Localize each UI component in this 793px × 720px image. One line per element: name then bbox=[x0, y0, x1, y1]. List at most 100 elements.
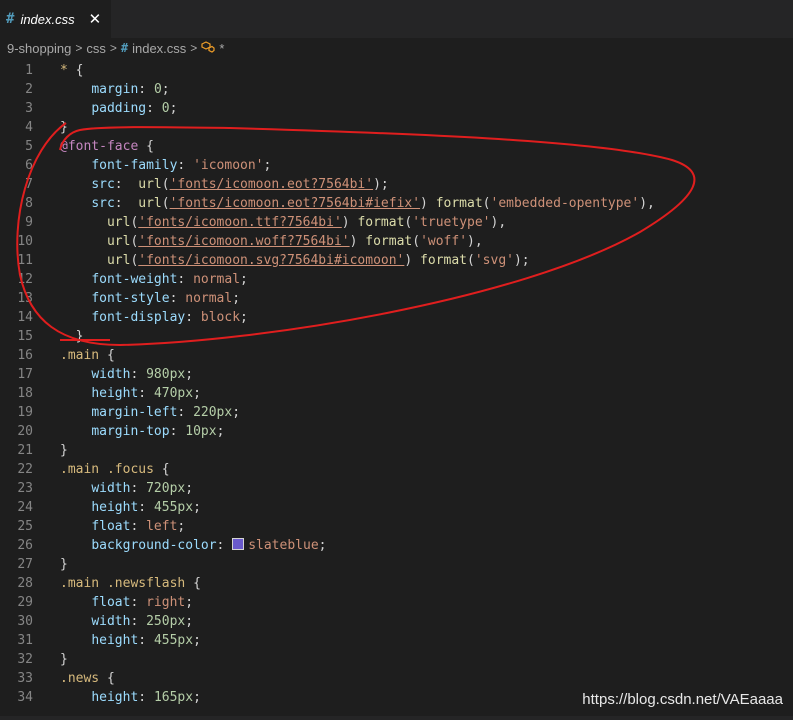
code-token: 'fonts/icomoon.svg?7564bi#icomoon' bbox=[138, 253, 405, 268]
code-token: 10px bbox=[185, 424, 217, 439]
code-token: slateblue bbox=[248, 538, 319, 553]
line-number: 9 bbox=[25, 215, 33, 230]
breadcrumb-folder-9-shopping[interactable]: 9-shopping bbox=[7, 41, 71, 56]
code-line[interactable]: 4} bbox=[0, 118, 793, 137]
code-token: ; bbox=[232, 405, 241, 420]
code-token: ; bbox=[169, 101, 178, 116]
code-token: margin-top bbox=[91, 424, 170, 439]
code-token: right bbox=[146, 595, 186, 610]
code-line[interactable]: 5 @font-face { bbox=[0, 137, 793, 156]
code-text: } bbox=[60, 327, 84, 346]
code-token: normal bbox=[193, 272, 241, 287]
code-text: } bbox=[60, 118, 68, 137]
code-token: } bbox=[60, 652, 68, 667]
code-editor[interactable]: 1 * {2 margin: 0; 3 padding: 0; 4} 5 @font-fa… bbox=[0, 58, 793, 720]
code-token: { bbox=[161, 462, 170, 477]
code-token: ; bbox=[185, 614, 194, 629]
code-line[interactable]: 27} bbox=[0, 555, 793, 574]
code-token: ( bbox=[412, 234, 421, 249]
line-number: 3 bbox=[25, 101, 33, 116]
code-token: block bbox=[200, 310, 241, 325]
code-line[interactable]: 20 margin-top: 10px; bbox=[0, 422, 793, 441]
code-line[interactable]: 17 width: 980px; bbox=[0, 365, 793, 384]
code-token: url bbox=[106, 253, 131, 268]
code-text: height: 165px; bbox=[60, 688, 201, 707]
code-text: height: 455px; bbox=[60, 631, 201, 650]
code-line[interactable]: 26 background-color: slateblue; bbox=[0, 536, 793, 555]
code-line[interactable]: 13 font-style: normal; bbox=[0, 289, 793, 308]
code-token: normal bbox=[185, 291, 233, 306]
code-token: ) bbox=[404, 253, 421, 268]
line-number: 33 bbox=[17, 671, 33, 686]
line-number: 11 bbox=[17, 253, 33, 268]
breadcrumb-folder-css[interactable]: css bbox=[86, 41, 106, 56]
code-line[interactable]: 8 src: url('fonts/icomoon.eot?7564bi#ief… bbox=[0, 194, 793, 213]
code-line[interactable]: 23 width: 720px; bbox=[0, 479, 793, 498]
code-line[interactable]: 28 .main .newsflash { bbox=[0, 574, 793, 593]
code-token: * bbox=[60, 63, 76, 78]
code-line[interactable]: 12 font-weight: normal; bbox=[0, 270, 793, 289]
code-line[interactable]: 25 float: left; bbox=[0, 517, 793, 536]
code-line[interactable]: 21} bbox=[0, 441, 793, 460]
code-line[interactable]: 7 src: url('fonts/icomoon.eot?7564bi'); bbox=[0, 175, 793, 194]
line-number: 18 bbox=[17, 386, 33, 401]
tab-index-css[interactable]: # index.css ✕ bbox=[0, 0, 111, 38]
code-line[interactable]: 31 height: 455px; bbox=[0, 631, 793, 650]
line-number: 28 bbox=[17, 576, 33, 591]
color-swatch[interactable] bbox=[232, 538, 245, 550]
code-line[interactable]: 3 padding: 0; bbox=[0, 99, 793, 118]
code-token: ; bbox=[232, 291, 241, 306]
code-text: } bbox=[60, 555, 68, 574]
code-line[interactable]: 15 } bbox=[0, 327, 793, 346]
code-line[interactable]: 18 height: 470px; bbox=[0, 384, 793, 403]
code-token: ; bbox=[185, 595, 194, 610]
code-token: 980px bbox=[146, 367, 186, 382]
code-token: : bbox=[177, 158, 194, 173]
line-number: 12 bbox=[17, 272, 33, 287]
breadcrumb-symbol[interactable]: * bbox=[219, 41, 224, 56]
code-line[interactable]: 11 url ('fonts/icomoon.svg?7564bi#icomoon… bbox=[0, 251, 793, 270]
code-token: .news bbox=[60, 671, 107, 686]
line-number: 10 bbox=[17, 234, 33, 249]
line-number: 24 bbox=[17, 500, 33, 515]
code-text: url('fonts/icomoon.woff?7564bi') format(… bbox=[60, 232, 483, 251]
code-token: width bbox=[91, 481, 131, 496]
code-line[interactable]: 10 url ('fonts/icomoon.woff?7564bi') form… bbox=[0, 232, 793, 251]
code-line[interactable]: 1 * { bbox=[0, 61, 793, 80]
line-number: 23 bbox=[17, 481, 33, 496]
code-token: ; bbox=[193, 386, 201, 401]
code-line[interactable]: 14 font-display: block; bbox=[0, 308, 793, 327]
code-line[interactable]: 2 margin: 0; bbox=[0, 80, 793, 99]
code-token: 'svg' bbox=[474, 253, 514, 268]
code-token: url bbox=[106, 215, 131, 230]
code-line[interactable]: 32} bbox=[0, 650, 793, 669]
code-line[interactable]: 6 font-family: 'icomoon'; bbox=[0, 156, 793, 175]
code-token: src bbox=[91, 196, 115, 211]
code-line[interactable]: 19 margin-left: 220px; bbox=[0, 403, 793, 422]
code-line[interactable]: 33 .news { bbox=[0, 669, 793, 688]
code-token: format bbox=[435, 196, 483, 211]
breadcrumb-separator: > bbox=[75, 41, 83, 55]
code-token: ), bbox=[639, 196, 655, 211]
close-icon[interactable]: ✕ bbox=[89, 10, 102, 28]
code-token: format bbox=[357, 215, 405, 230]
code-line[interactable]: 22 .main .focus { bbox=[0, 460, 793, 479]
code-line[interactable]: 30 width: 250px; bbox=[0, 612, 793, 631]
code-line[interactable]: 9 url('fonts/icomoon.ttf?7564bi') format… bbox=[0, 213, 793, 232]
code-line[interactable]: 29 float: right; bbox=[0, 593, 793, 612]
code-line[interactable]: 16 .main { bbox=[0, 346, 793, 365]
code-token: ; bbox=[216, 424, 225, 439]
code-token: .main bbox=[60, 348, 107, 363]
breadcrumb-separator: > bbox=[190, 41, 198, 55]
code-text: width: 250px; bbox=[60, 612, 193, 631]
code-text: } bbox=[60, 650, 68, 669]
breadcrumb-file-index-css[interactable]: index.css bbox=[132, 41, 186, 56]
code-line[interactable]: 24 height: 455px; bbox=[0, 498, 793, 517]
code-token: font-family bbox=[91, 158, 178, 173]
code-token: : bbox=[138, 633, 154, 648]
tab-title[interactable]: index.css bbox=[20, 12, 74, 27]
